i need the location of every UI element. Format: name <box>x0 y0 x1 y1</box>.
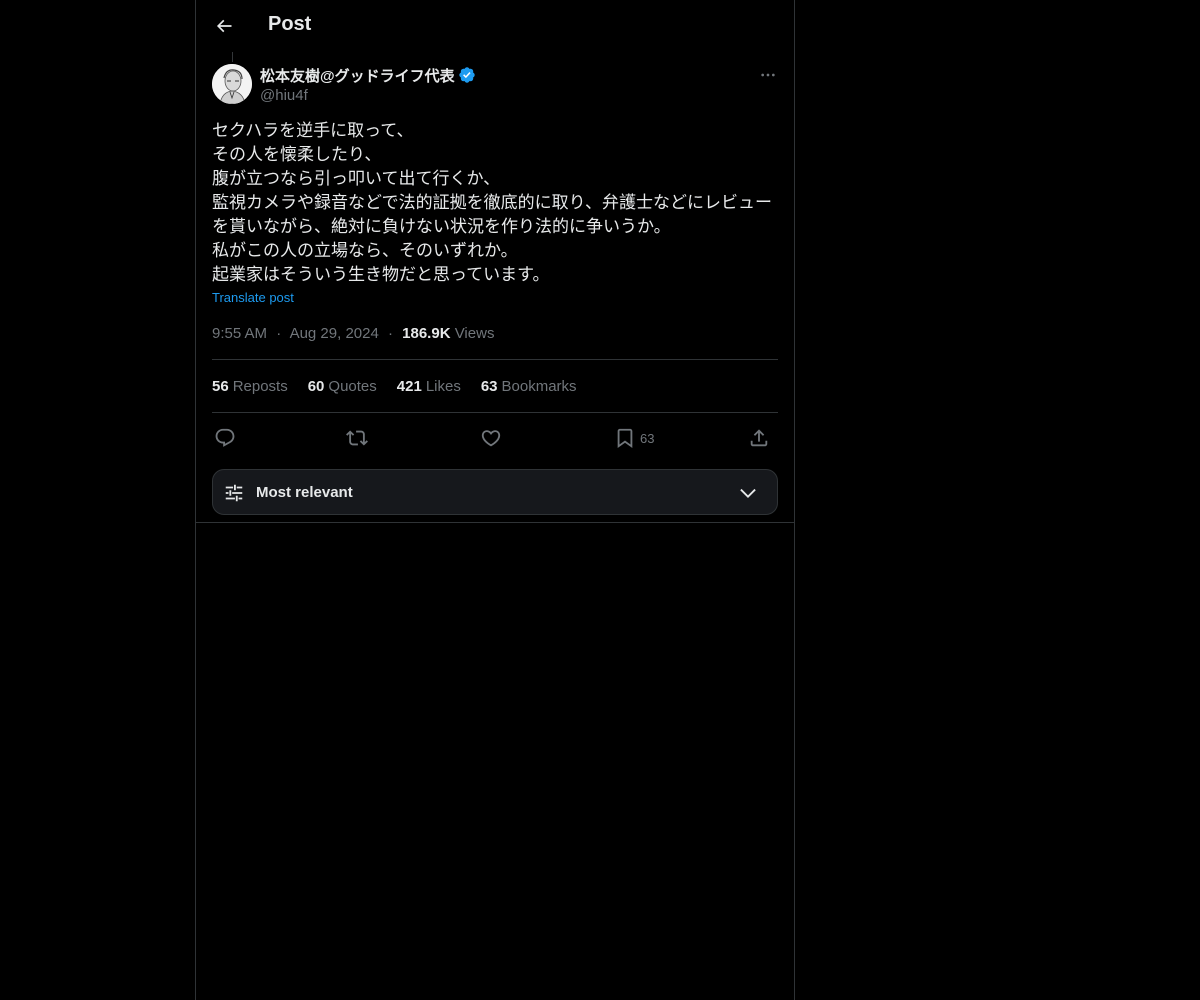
post-line: 起業家はそういう生き物だと思っています。 <box>212 265 550 285</box>
post-line: その人を懐柔したり、 <box>212 145 382 165</box>
repost-button[interactable] <box>346 424 368 452</box>
verified-badge-icon <box>458 66 476 84</box>
action-bar: 63 <box>212 424 778 452</box>
bookmark-button[interactable]: 63 <box>614 424 654 452</box>
author-handle[interactable]: @hiu4f <box>260 86 740 106</box>
divider <box>212 412 778 413</box>
meta-separator: · <box>276 325 282 342</box>
post-line: セクハラを逆手に取って、 <box>212 121 414 141</box>
likes-label: Likes <box>425 378 461 395</box>
avatar-image <box>212 64 252 104</box>
bookmarks-count: 63 <box>480 378 498 395</box>
views-count: 186.9K <box>402 325 451 342</box>
post-meta: 9:55 AM · Aug 29, 2024 · 186.9K Views <box>212 325 494 342</box>
thread-line <box>232 52 233 62</box>
arrow-left-icon <box>216 19 232 33</box>
repost-icon <box>346 430 368 446</box>
reply-sort-dropdown[interactable]: Most relevant <box>212 469 778 515</box>
more-options-button[interactable] <box>756 64 780 86</box>
quotes-label: Quotes <box>328 378 377 395</box>
chevron-down-icon <box>740 488 756 498</box>
author-name[interactable]: 松本友樹@グッドライフ代表 <box>260 65 455 86</box>
reposts-stat[interactable]: 56 Reposts <box>212 378 288 395</box>
sort-label: Most relevant <box>256 484 353 501</box>
heart-icon <box>481 430 501 447</box>
bookmark-count: 63 <box>640 430 655 446</box>
views-label: Views <box>454 325 495 342</box>
share-button[interactable] <box>748 424 770 452</box>
translate-post-link[interactable]: Translate post <box>212 290 294 305</box>
meta-separator: · <box>387 325 393 342</box>
reposts-label: Reposts <box>232 378 288 395</box>
likes-count: 421 <box>396 378 422 395</box>
bookmarks-label: Bookmarks <box>501 378 577 395</box>
share-icon <box>750 429 768 447</box>
post-line: 私がこの人の立場なら、そのいずれか。 <box>212 241 518 261</box>
header: Post <box>196 0 794 53</box>
quotes-stat[interactable]: 60 Quotes <box>308 378 377 395</box>
post-line: 腹が立つなら引っ叩いて出て行くか、 <box>212 169 501 189</box>
page-title: Post <box>268 13 312 35</box>
avatar[interactable] <box>212 64 252 104</box>
likes-stat[interactable]: 421 Likes <box>397 378 461 395</box>
more-dots-icon <box>761 73 775 77</box>
reposts-count: 56 <box>212 378 229 395</box>
back-button[interactable] <box>208 10 240 42</box>
engagement-stats: 56 Reposts 60 Quotes 421 Likes 63 Bookmarks <box>212 378 597 395</box>
reply-button[interactable] <box>214 424 236 452</box>
post-line: を貰いながら、絶対に負けない状況を作り法的に争いうか。 <box>212 217 671 237</box>
reply-icon <box>215 428 235 447</box>
post-date[interactable]: Aug 29, 2024 <box>290 325 379 342</box>
section-divider <box>196 522 794 523</box>
bookmark-icon <box>617 428 633 449</box>
post-text: セクハラを逆手に取って、 その人を懐柔したり、 腹が立つなら引っ叩いて出て行くか… <box>212 119 778 287</box>
sliders-icon <box>225 484 243 502</box>
bookmarks-stat[interactable]: 63 Bookmarks <box>481 378 577 395</box>
author-info: 松本友樹@グッドライフ代表 @hiu4f <box>260 64 740 106</box>
divider <box>212 359 778 360</box>
author-name-row: 松本友樹@グッドライフ代表 <box>260 64 740 86</box>
like-button[interactable] <box>480 424 502 452</box>
primary-column: Post 松本友樹@グッドライフ代表 @hiu4f セクハラを逆手に取って、 そ… <box>195 0 795 1000</box>
quotes-count: 60 <box>307 378 325 395</box>
post-time[interactable]: 9:55 AM <box>212 325 267 342</box>
post-line: 監視カメラや録音などで法的証拠を徹底的に取り、弁護士などにレビュー <box>212 193 772 213</box>
